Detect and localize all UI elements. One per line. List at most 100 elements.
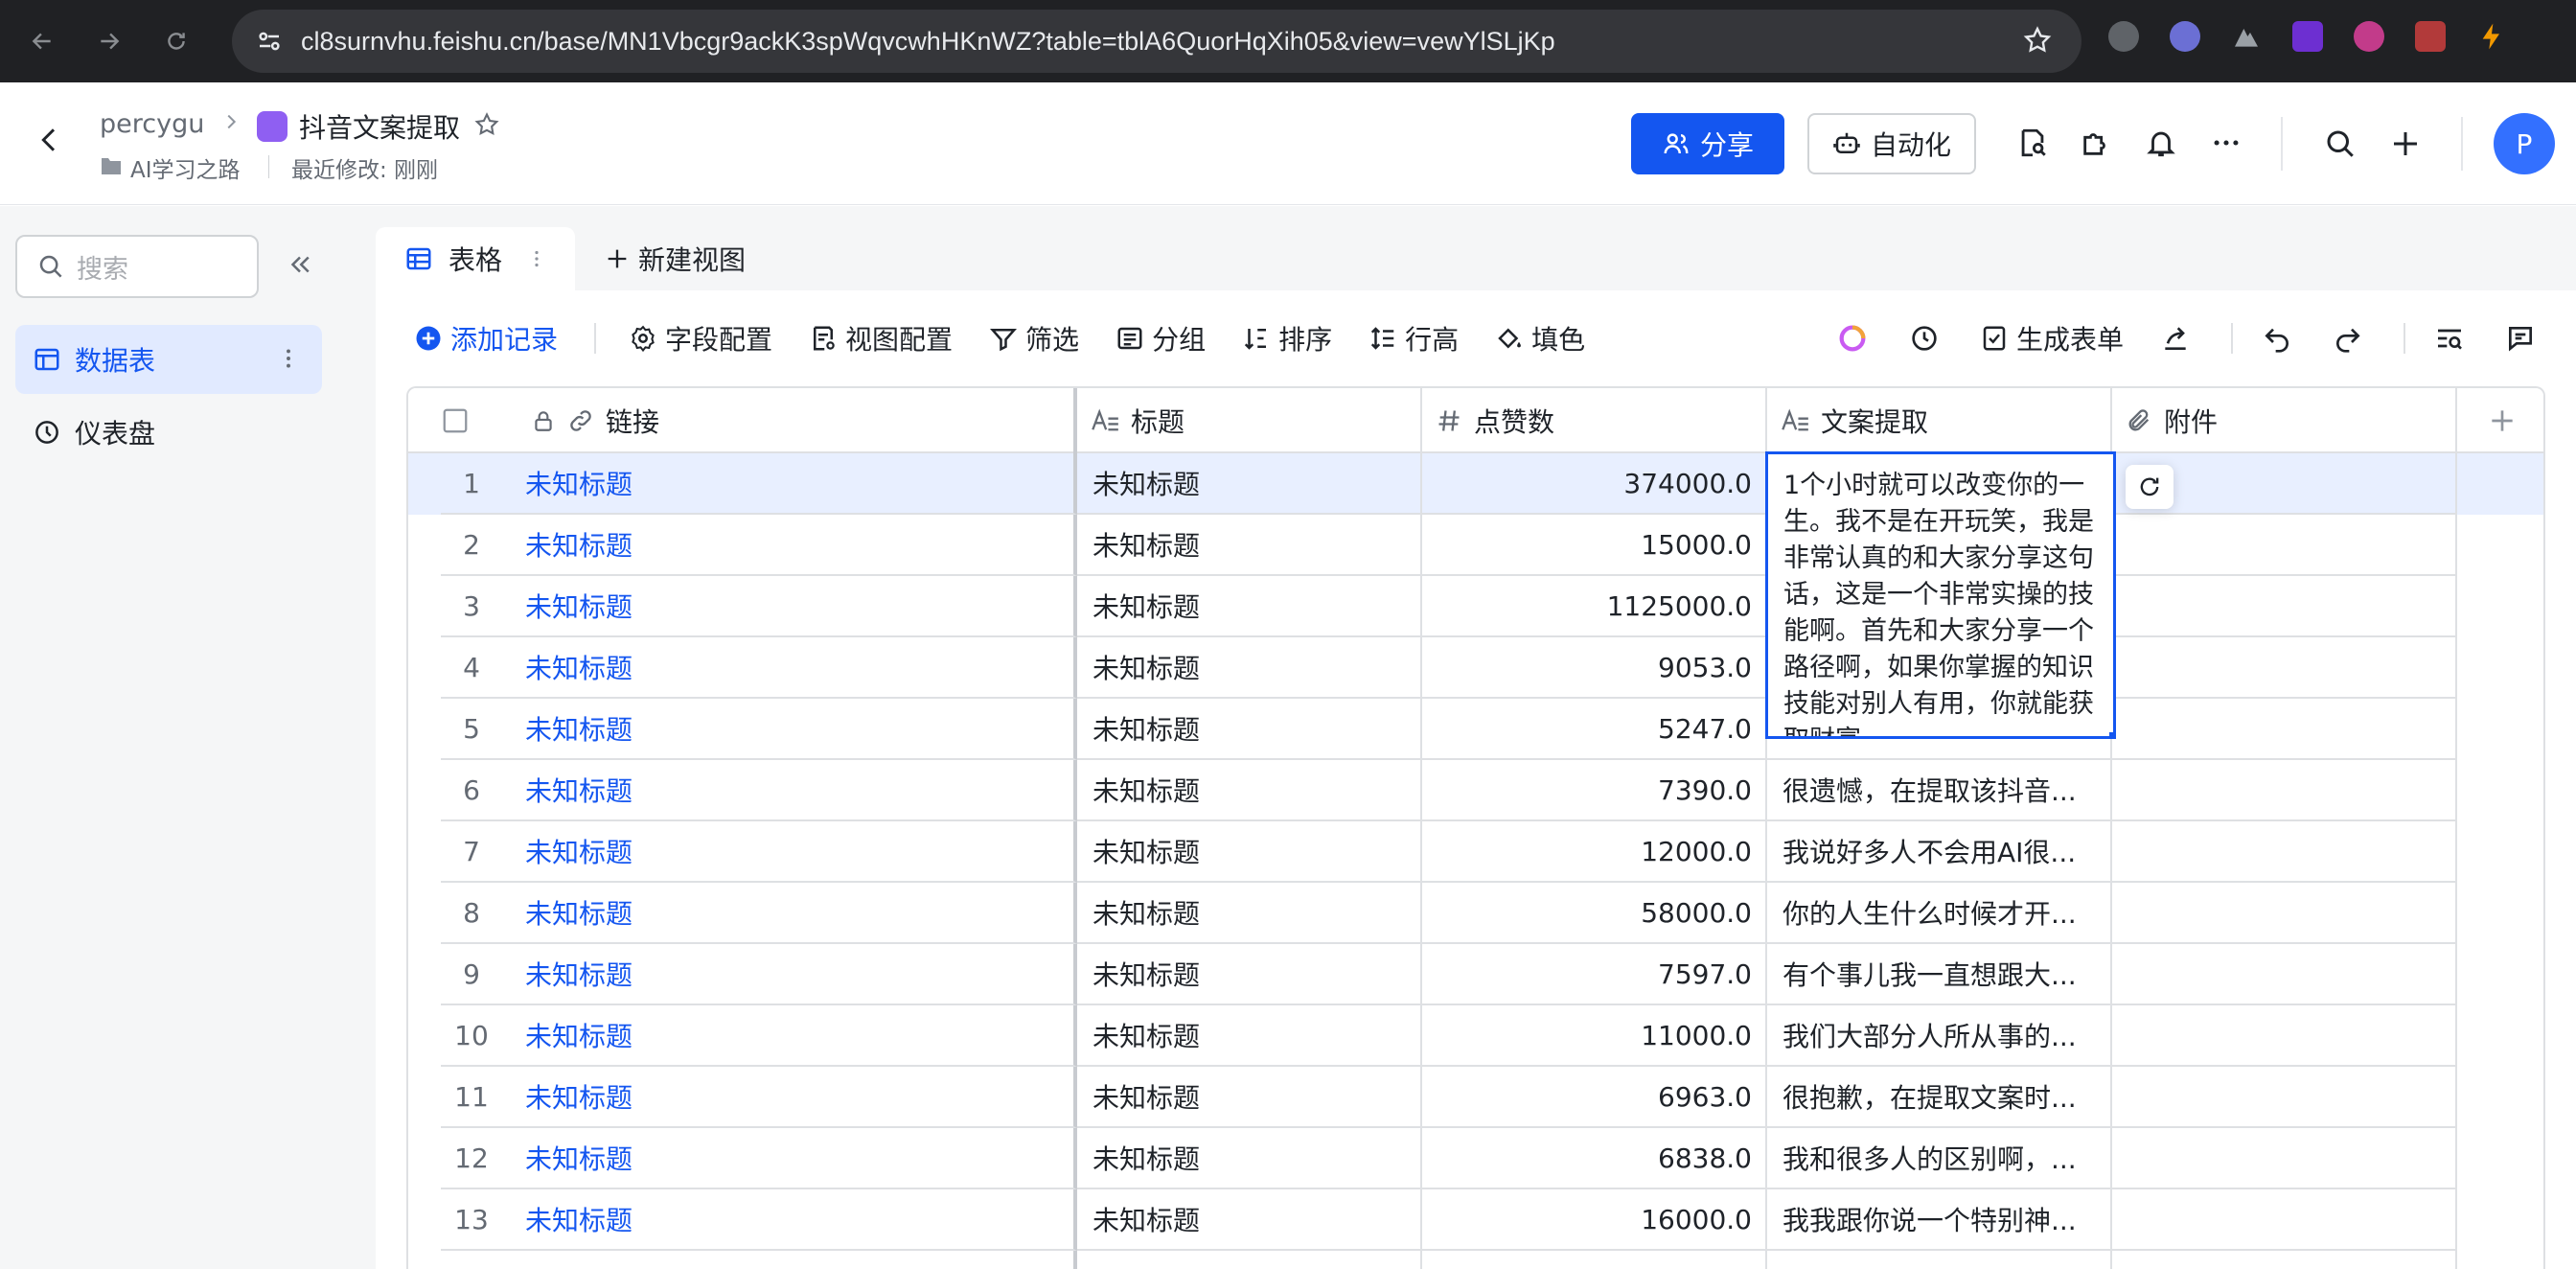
extension-icon-4[interactable]	[2292, 21, 2323, 52]
table-row[interactable]: 3 未知标题 未知标题 1125000.0	[408, 576, 2543, 637]
field-config-button[interactable]: 字段配置	[629, 319, 772, 358]
history-icon[interactable]	[1909, 323, 1940, 354]
table-row-partial[interactable]	[408, 1251, 2543, 1269]
add-column-button[interactable]	[2457, 388, 2543, 453]
bell-icon[interactable]	[2145, 127, 2177, 163]
column-header-title[interactable]: 标题	[1077, 388, 1422, 453]
likes-cell[interactable]: 9053.0	[1422, 637, 1767, 699]
table-row[interactable]: 5 未知标题 未知标题 5247.0	[408, 699, 2543, 760]
title-cell[interactable]: 未知标题	[1077, 699, 1422, 760]
likes-cell[interactable]: 11000.0	[1422, 1005, 1767, 1067]
table-row[interactable]: 4 未知标题 未知标题 9053.0	[408, 637, 2543, 699]
likes-cell[interactable]: 5247.0	[1422, 699, 1767, 760]
attachment-cell[interactable]	[2112, 1128, 2457, 1189]
table-row[interactable]: 10 未知标题 未知标题 11000.0 我们大部分人所从事的...	[408, 1005, 2543, 1067]
plus-icon[interactable]	[2388, 127, 2423, 165]
title-cell[interactable]: 未知标题	[1077, 1128, 1422, 1189]
add-record-button[interactable]: 添加记录	[414, 319, 558, 358]
link-cell[interactable]: 未知标题	[441, 637, 1077, 699]
partial-cell[interactable]	[441, 1251, 1077, 1269]
title-cell[interactable]: 未知标题	[1077, 1005, 1422, 1067]
automation-button[interactable]: 自动化	[1807, 113, 1976, 174]
find-in-table-icon[interactable]	[2434, 323, 2465, 354]
link-cell[interactable]: 未知标题	[441, 515, 1077, 576]
ai-ring-icon[interactable]	[1836, 322, 1869, 355]
address-bar[interactable]: cl8surnvhu.feishu.cn/base/MN1Vbcgr9ackK3…	[232, 10, 2082, 73]
likes-cell[interactable]: 58000.0	[1422, 883, 1767, 944]
plugin-icon[interactable]	[2080, 127, 2112, 163]
table-row[interactable]: 2 未知标题 未知标题 15000.0	[408, 515, 2543, 576]
likes-cell[interactable]: 15000.0	[1422, 515, 1767, 576]
link-cell[interactable]: 未知标题	[441, 883, 1077, 944]
title-cell[interactable]: 未知标题	[1077, 453, 1422, 515]
link-cell[interactable]: 未知标题	[441, 453, 1077, 515]
extension-icon-7[interactable]	[2476, 21, 2507, 52]
attachment-cell[interactable]	[2112, 515, 2457, 576]
sort-button[interactable]: 排序	[1242, 319, 1332, 358]
owner-name[interactable]: percygu	[100, 109, 204, 139]
share-export-icon[interactable]	[2160, 323, 2191, 354]
copy-extract-cell[interactable]: 我我跟你说一个特别神...	[1767, 1189, 2112, 1251]
partial-cell[interactable]	[1767, 1251, 2112, 1269]
attachment-cell[interactable]	[2112, 637, 2457, 699]
partial-cell[interactable]	[2112, 1251, 2457, 1269]
column-header-link[interactable]: 链接	[502, 388, 1077, 453]
sidebar-search-input[interactable]: 搜索	[15, 235, 259, 298]
column-header-attachment[interactable]: 附件	[2112, 388, 2457, 453]
title-cell[interactable]: 未知标题	[1077, 637, 1422, 699]
table-row[interactable]: 7 未知标题 未知标题 12000.0 我说好多人不会用AI很...	[408, 821, 2543, 883]
attachment-cell[interactable]	[2112, 883, 2457, 944]
generate-form-button[interactable]: 生成表单	[1980, 319, 2124, 358]
copy-extract-cell[interactable]: 很遗憾，在提取该抖音...	[1767, 760, 2112, 821]
likes-cell[interactable]: 7390.0	[1422, 760, 1767, 821]
column-header-copy-extract[interactable]: 文案提取	[1767, 388, 2112, 453]
table-row[interactable]: 8 未知标题 未知标题 58000.0 你的人生什么时候才开...	[408, 883, 2543, 944]
partial-cell[interactable]	[1077, 1251, 1422, 1269]
folder-name[interactable]: AI学习之路	[130, 151, 241, 184]
select-all-checkbox[interactable]	[408, 388, 502, 453]
likes-cell[interactable]: 374000.0	[1422, 453, 1767, 515]
sidebar-item-data-table[interactable]: 数据表	[15, 325, 322, 394]
link-cell[interactable]: 未知标题	[441, 1067, 1077, 1128]
collapse-sidebar-icon[interactable]	[286, 250, 314, 283]
back-arrow-icon[interactable]	[34, 125, 65, 159]
undo-icon[interactable]	[2262, 323, 2292, 354]
likes-cell[interactable]: 16000.0	[1422, 1189, 1767, 1251]
browser-forward-icon[interactable]	[92, 24, 126, 58]
copy-extract-cell[interactable]: 我和很多人的区别啊，...	[1767, 1128, 2112, 1189]
base-title[interactable]: 抖音文案提取	[299, 107, 460, 146]
copy-extract-cell[interactable]: 我们大部分人所从事的...	[1767, 1005, 2112, 1067]
sidebar-item-dashboard[interactable]: 仪表盘	[15, 398, 322, 467]
attachment-cell[interactable]	[2112, 1005, 2457, 1067]
favorite-star-icon[interactable]	[473, 111, 500, 142]
expanded-cell-editor[interactable]: 1个小时就可以改变你的一生。我不是在开玩笑，我是非常认真的和大家分享这句话，这是…	[1765, 451, 2116, 739]
title-cell[interactable]: 未知标题	[1077, 944, 1422, 1005]
link-cell[interactable]: 未知标题	[441, 760, 1077, 821]
link-cell[interactable]: 未知标题	[441, 1005, 1077, 1067]
link-cell[interactable]: 未知标题	[441, 1189, 1077, 1251]
title-cell[interactable]: 未知标题	[1077, 1067, 1422, 1128]
attachment-cell[interactable]	[2112, 821, 2457, 883]
likes-cell[interactable]: 6838.0	[1422, 1128, 1767, 1189]
extension-icon-2[interactable]	[2170, 21, 2200, 52]
title-cell[interactable]: 未知标题	[1077, 515, 1422, 576]
title-cell[interactable]: 未知标题	[1077, 821, 1422, 883]
document-search-icon[interactable]	[2016, 127, 2049, 163]
cell-fill-handle[interactable]	[2109, 732, 2113, 736]
bookmark-star-icon[interactable]	[2022, 25, 2053, 59]
view-config-button[interactable]: 视图配置	[809, 319, 953, 358]
extension-icon-3[interactable]	[2231, 21, 2262, 52]
browser-reload-icon[interactable]	[159, 24, 194, 58]
likes-cell[interactable]: 1125000.0	[1422, 576, 1767, 637]
table-row[interactable]: 9 未知标题 未知标题 7597.0 有个事儿我一直想跟大...	[408, 944, 2543, 1005]
copy-extract-cell[interactable]: 有个事儿我一直想跟大...	[1767, 944, 2112, 1005]
site-info-icon[interactable]	[255, 27, 284, 59]
comment-icon[interactable]	[2505, 323, 2536, 354]
table-row[interactable]: 12 未知标题 未知标题 6838.0 我和很多人的区别啊，...	[408, 1128, 2543, 1189]
attachment-cell[interactable]	[2112, 1189, 2457, 1251]
share-button[interactable]: 分享	[1631, 113, 1784, 174]
more-horizontal-icon[interactable]	[2210, 127, 2242, 163]
partial-cell[interactable]	[1422, 1251, 1767, 1269]
likes-cell[interactable]: 12000.0	[1422, 821, 1767, 883]
row-height-button[interactable]: 行高	[1368, 319, 1459, 358]
